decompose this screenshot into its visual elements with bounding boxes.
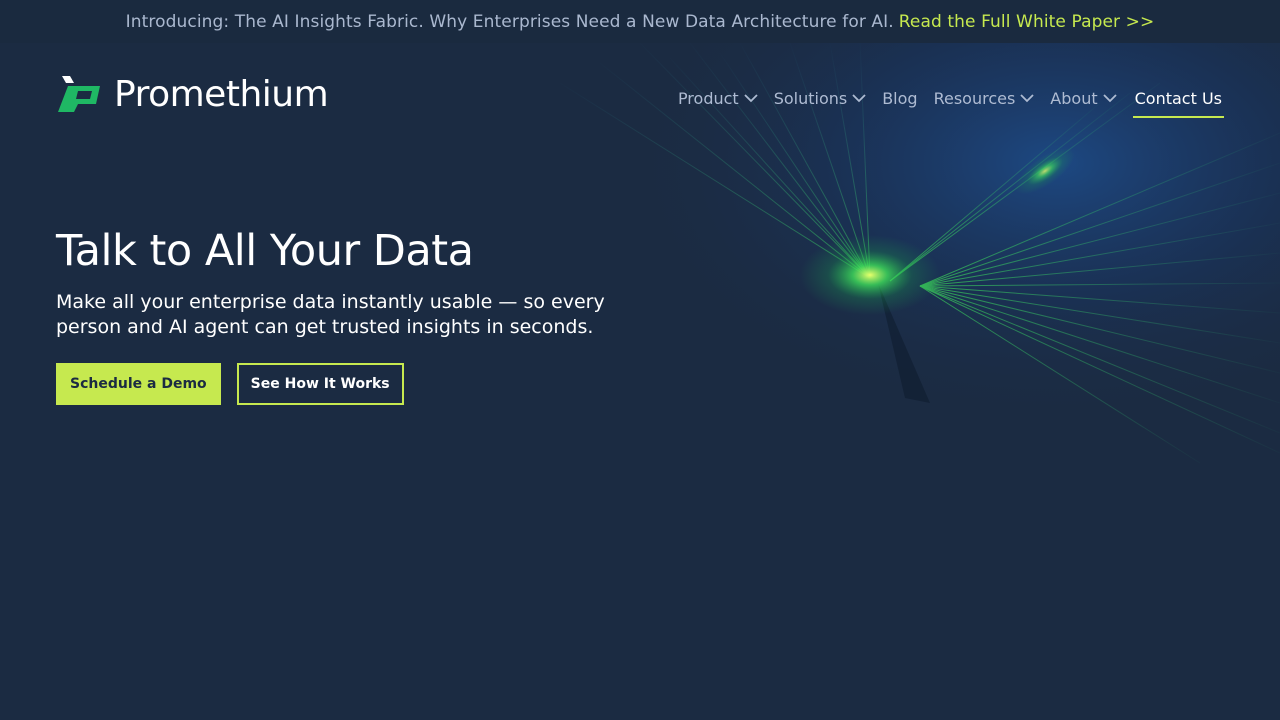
schedule-demo-button[interactable]: Schedule a Demo xyxy=(56,363,221,405)
main-nav: Product Solutions Blog Resources About C… xyxy=(662,81,1224,118)
brand-name: Promethium xyxy=(114,74,329,115)
chevron-down-icon xyxy=(1020,93,1034,102)
nav-item-label: Blog xyxy=(882,88,918,108)
contact-us-link[interactable]: Contact Us xyxy=(1132,84,1224,118)
nav-item-label: Product xyxy=(677,88,739,108)
hero-actions: Schedule a Demo See How It Works xyxy=(56,363,656,405)
nav-item-about[interactable]: About xyxy=(1050,84,1117,112)
hero-title: Talk to All Your Data xyxy=(56,226,474,276)
site-header: Promethium Product Solutions Blog Resour… xyxy=(0,43,1280,147)
chevron-down-icon xyxy=(1102,93,1117,102)
hero-subtitle: Make all your enterprise data instantly … xyxy=(56,291,605,338)
chevron-down-icon xyxy=(744,93,758,102)
white-paper-link[interactable]: Read the Full White Paper >> xyxy=(899,12,1155,32)
chevron-down-icon xyxy=(852,93,866,102)
announcement-bar: Introducing: The AI Insights Fabric. Why… xyxy=(0,0,1280,43)
nav-item-solutions[interactable]: Solutions xyxy=(774,84,867,112)
nav-item-label: Solutions xyxy=(773,88,848,108)
brand-logo[interactable]: Promethium xyxy=(56,74,329,115)
nav-item-resources[interactable]: Resources xyxy=(934,84,1035,112)
nav-item-blog[interactable]: Blog xyxy=(882,84,917,112)
nav-item-product[interactable]: Product xyxy=(678,84,758,112)
promethium-logo-icon xyxy=(58,76,100,112)
hero-section: Talk to All Your Data Make all your ente… xyxy=(56,225,656,405)
announcement-text: Introducing: The AI Insights Fabric. Why… xyxy=(125,11,894,32)
see-how-it-works-button[interactable]: See How It Works xyxy=(236,363,404,405)
nav-item-label: About xyxy=(1050,88,1098,108)
nav-item-label: Resources xyxy=(933,88,1016,108)
